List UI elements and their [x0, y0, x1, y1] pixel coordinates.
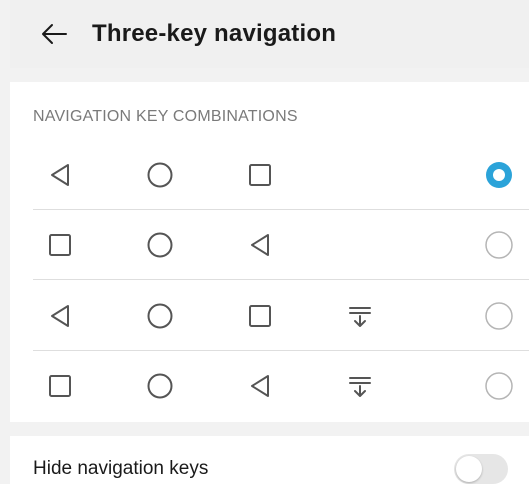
radio-unselected[interactable] [483, 300, 515, 332]
hide-keys-toggle[interactable] [454, 454, 508, 484]
radio-unselected[interactable] [483, 229, 515, 261]
app-bar: Three-key navigation [10, 0, 529, 68]
home-key-icon [146, 161, 174, 189]
back-key-icon [46, 161, 74, 189]
recents-key-icon [246, 161, 274, 189]
recents-key-icon [46, 372, 74, 400]
radio-selected[interactable] [483, 159, 515, 191]
hide-keys-label: Hide navigation keys [33, 458, 209, 479]
radio-unselected[interactable] [483, 370, 515, 402]
combination-option-2[interactable] [33, 210, 529, 280]
screen: Three-key navigation NAVIGATION KEY COMB… [0, 0, 529, 484]
notification-key-icon [346, 302, 374, 330]
combination-option-3[interactable] [33, 281, 529, 351]
back-key-icon [246, 231, 274, 259]
combinations-card: NAVIGATION KEY COMBINATIONS [10, 82, 529, 422]
hide-keys-row[interactable]: Hide navigation keys [10, 436, 529, 484]
home-key-icon [146, 302, 174, 330]
notification-key-icon [346, 372, 374, 400]
arrow-left-icon [42, 24, 67, 44]
section-title: NAVIGATION KEY COMBINATIONS [33, 108, 298, 125]
toggle-knob [456, 456, 482, 482]
recents-key-icon [246, 302, 274, 330]
back-button[interactable] [34, 14, 74, 54]
row-divider [33, 279, 529, 280]
combination-option-4[interactable] [33, 351, 529, 421]
back-key-icon [246, 372, 274, 400]
combination-option-1[interactable] [33, 140, 529, 210]
home-key-icon [146, 231, 174, 259]
recents-key-icon [46, 231, 74, 259]
back-key-icon [46, 302, 74, 330]
page-title: Three-key navigation [92, 20, 337, 47]
home-key-icon [146, 372, 174, 400]
